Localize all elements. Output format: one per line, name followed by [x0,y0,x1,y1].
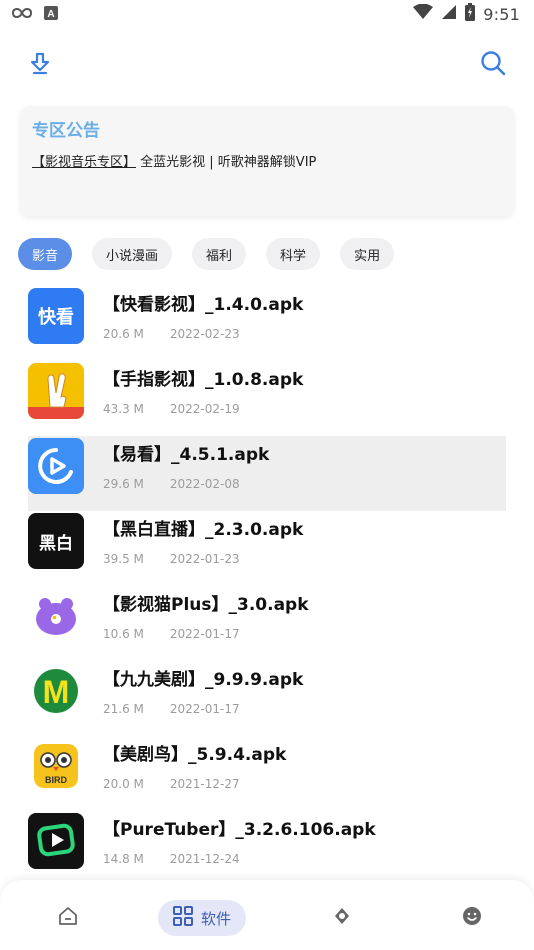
app-icon-heibai: 黑白 [28,513,84,569]
category-tabs: 影音 小说漫画 福利 科学 实用 [18,238,395,270]
top-bar [0,40,534,90]
app-row[interactable]: BIRD 【美剧鸟】_5.9.4.apk 20.0 M 2021-12-27 [28,736,506,811]
search-icon [480,50,506,80]
app-icon-jiujiu: M [28,663,84,719]
nav-software-label: 软件 [200,909,231,928]
wifi-icon [413,3,434,24]
tab-video[interactable]: 影音 [18,238,73,270]
app-row[interactable]: 【手指影视】_1.0.8.apk 43.3 M 2022-02-19 [28,361,506,436]
compass-icon [333,907,351,929]
app-row[interactable]: 黑白 【黑白直播】_2.3.0.apk 39.5 M 2022-01-23 [28,511,506,586]
nav-me[interactable] [456,900,488,936]
status-bar: A 9:51 [0,0,534,28]
notice-link[interactable]: 【影视音乐专区】 [32,155,136,170]
app-icon-meijuniao: BIRD [28,738,84,794]
status-time: 9:51 [483,4,520,24]
app-title: 【影视猫Plus】_3.0.apk [103,595,309,615]
download-icon [28,51,52,79]
tab-utility[interactable]: 实用 [340,238,395,270]
app-icon-shouzhi [28,363,84,419]
svg-text:A: A [47,9,54,20]
app-icon-kuaikan: 快看 [28,288,84,344]
app-size: 14.8 M [103,852,144,866]
a-box-icon: A [44,5,58,24]
app-title: 【易看】_4.5.1.apk [103,445,270,465]
infinity-icon [11,5,33,24]
app-size: 20.6 M [103,327,144,341]
app-title: 【快看影视】_1.4.0.apk [103,295,304,315]
notice-body: 【影视音乐专区】 全蓝光影视 | 听歌神器解锁VIP [32,151,502,170]
tab-novel-comic[interactable]: 小说漫画 [92,238,173,270]
app-icon-puretuber [28,813,84,869]
app-date: 2022-01-23 [169,552,240,566]
app-size: 21.6 M [103,702,144,716]
app-row[interactable]: 【影视猫Plus】_3.0.apk 10.6 M 2022-01-17 [28,586,506,661]
app-size: 43.3 M [103,402,144,416]
app-date: 2022-01-17 [169,702,240,716]
app-row[interactable]: M 【九九美剧】_9.9.9.apk 21.6 M 2022-01-17 [28,661,506,736]
app-icon-meijuniao-label: BIRD [45,775,67,785]
nav-home[interactable] [52,900,84,936]
nav-software[interactable]: 软件 [158,900,246,936]
app-title: 【黑白直播】_2.3.0.apk [103,520,304,540]
app-size: 10.6 M [103,627,144,641]
notice-text: 全蓝光影视 | 听歌神器解锁VIP [140,155,317,170]
notice-title: 专区公告 [32,121,100,141]
home-icon [58,906,78,930]
app-row[interactable]: 【PureTuber】_3.2.6.106.apk 14.8 M 2021-12-… [28,811,506,886]
app-date: 2022-01-17 [169,627,240,641]
smile-icon [462,906,482,930]
signal-icon [441,4,457,24]
battery-icon [465,3,476,25]
app-size: 39.5 M [103,552,144,566]
app-row[interactable]: 快看 【快看影视】_1.4.0.apk 20.6 M 2022-02-23 [28,286,506,361]
app-date: 2022-02-19 [169,402,240,416]
nav-explore[interactable] [326,900,358,936]
app-date: 2021-12-27 [169,777,240,791]
app-date: 2021-12-24 [169,852,240,866]
notice-card[interactable]: 专区公告 【影视音乐专区】 全蓝光影视 | 听歌神器解锁VIP [20,106,514,216]
bottom-nav: 软件 [0,880,534,950]
tab-science[interactable]: 科学 [266,238,321,270]
app-title: 【PureTuber】_3.2.6.106.apk [103,820,376,840]
download-button[interactable] [25,50,55,80]
app-size: 29.6 M [103,477,144,491]
search-button[interactable] [478,50,508,80]
grid-icon [172,906,193,930]
app-size: 20.0 M [103,777,144,791]
app-date: 2022-02-08 [169,477,240,491]
app-title: 【美剧鸟】_5.9.4.apk [103,745,287,765]
app-title: 【九九美剧】_9.9.9.apk [103,670,304,690]
app-icon-yingshimao [28,588,84,644]
tab-welfare[interactable]: 福利 [192,238,247,270]
app-row[interactable]: 【易看】_4.5.1.apk 29.6 M 2022-02-08 [28,436,506,511]
app-icon-yikan [28,438,84,494]
app-date: 2022-02-23 [169,327,240,341]
app-list: 快看 【快看影视】_1.4.0.apk 20.6 M 2022-02-23 【手指… [28,286,506,886]
app-title: 【手指影视】_1.0.8.apk [103,370,304,390]
app-icon-jiujiu-letter: M [43,674,70,710]
